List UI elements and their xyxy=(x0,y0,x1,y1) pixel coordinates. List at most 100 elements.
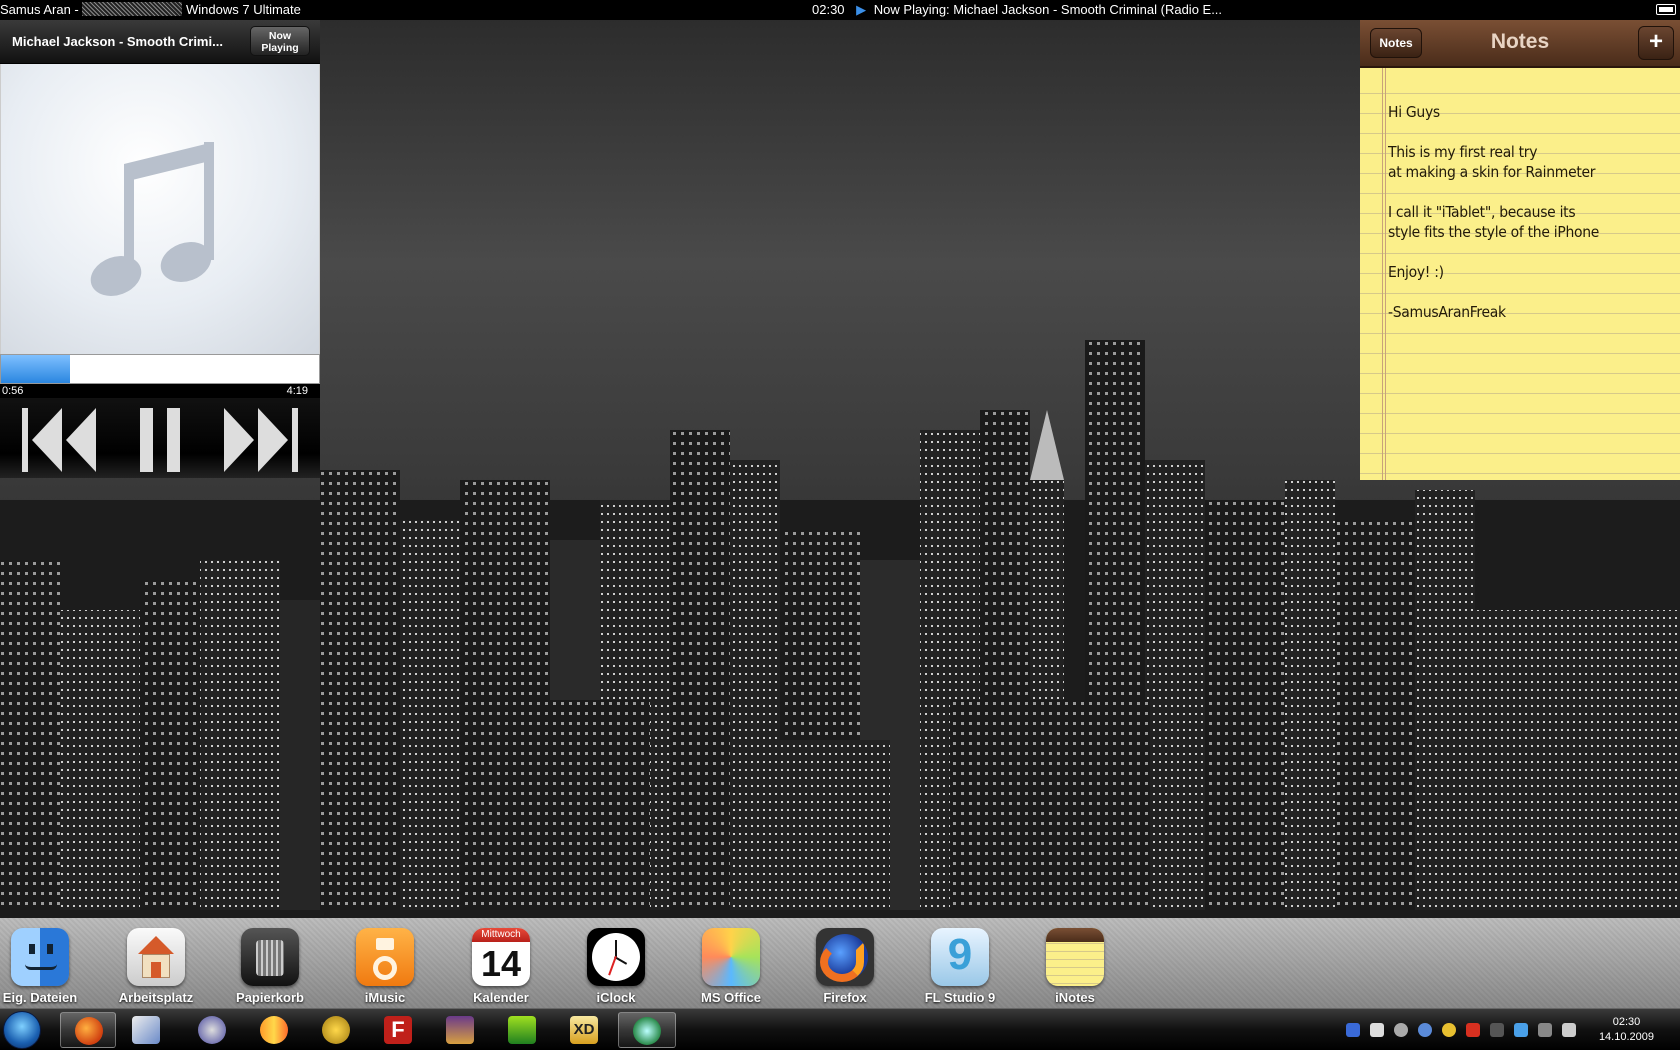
now-playing-text: Now Playing: Michael Jackson - Smooth Cr… xyxy=(873,2,1223,17)
dock-label: iMusic xyxy=(364,990,406,1005)
ipod-icon xyxy=(356,928,414,986)
network-meter-icon[interactable] xyxy=(1514,1023,1528,1037)
tray-app-icon[interactable] xyxy=(1394,1023,1408,1037)
time-display: 0:56 4:19 xyxy=(0,384,320,398)
calendar-icon: Mittwoch 14 xyxy=(472,928,530,986)
dock-label: Eig. Dateien xyxy=(2,990,78,1005)
dock-item-firefox[interactable]: Firefox xyxy=(787,928,903,1005)
fl-studio-icon: 9 xyxy=(931,928,989,986)
notes-header: Notes Notes + xyxy=(1360,20,1680,68)
dock-item-iclock[interactable]: iClock xyxy=(558,928,674,1005)
user-info: Samus Aran - Windows 7 Ultimate xyxy=(0,2,301,17)
tray-app-icon[interactable] xyxy=(1466,1023,1480,1037)
dock-item-fl-studio[interactable]: 9 FL Studio 9 xyxy=(902,928,1018,1005)
calendar-day: Mittwoch xyxy=(472,928,530,942)
playback-controls xyxy=(0,398,320,478)
dock-label: Papierkorb xyxy=(236,990,304,1005)
fl-studio-icon xyxy=(322,1016,350,1044)
chart-app-icon xyxy=(508,1016,536,1044)
finder-icon xyxy=(11,928,69,986)
now-playing-ticker: 02:30 ▶ Now Playing: Michael Jackson - S… xyxy=(812,2,1222,18)
redacted-scribble xyxy=(82,2,183,16)
firefox-icon xyxy=(816,928,874,986)
tray-app-icon[interactable] xyxy=(1418,1023,1432,1037)
os-name: Windows 7 Ultimate xyxy=(186,2,301,17)
tray-app-icon[interactable] xyxy=(1442,1023,1456,1037)
taskbar-filezilla[interactable]: F xyxy=(370,1012,426,1048)
clock-date: 14.10.2009 xyxy=(1598,1031,1654,1043)
filezilla-icon: F xyxy=(384,1016,412,1044)
system-tray: 02:30 14.10.2009 xyxy=(1260,1009,1680,1050)
taskbar-app-7[interactable] xyxy=(432,1012,488,1048)
notes-back-button[interactable]: Notes xyxy=(1370,28,1422,58)
dock-label: iNotes xyxy=(1055,990,1095,1005)
taskbar-app-5[interactable] xyxy=(308,1012,364,1048)
dock-item-kalender[interactable]: Mittwoch 14 Kalender xyxy=(443,928,559,1005)
dock-item-imusic[interactable]: iMusic xyxy=(327,928,443,1005)
battery-icon xyxy=(1656,4,1676,15)
rainmeter-icon xyxy=(633,1017,661,1045)
track-title: Michael Jackson - Smooth Crimi... xyxy=(12,34,223,49)
now-playing-button[interactable]: Now Playing xyxy=(250,26,310,56)
xd-icon: XD xyxy=(570,1016,598,1044)
pause-icon[interactable] xyxy=(136,406,186,474)
dock: Eig. Dateien Arbeitsplatz Papierkorb iMu… xyxy=(0,918,1680,1008)
start-button[interactable] xyxy=(3,1011,41,1049)
now-playing-button-label: Now Playing xyxy=(261,30,299,54)
music-header: Michael Jackson - Smooth Crimi... Now Pl… xyxy=(0,20,320,64)
dock-item-eig-dateien[interactable]: Eig. Dateien xyxy=(0,928,98,1005)
album-art xyxy=(0,64,320,356)
progress-bar[interactable] xyxy=(0,354,320,384)
document-icon xyxy=(132,1016,160,1044)
top-status-bar: Samus Aran - Windows 7 Ultimate 02:30 ▶ … xyxy=(0,0,1680,20)
current-time: 0:56 xyxy=(2,385,24,397)
taskbar-app-4[interactable] xyxy=(246,1012,302,1048)
game-icon xyxy=(446,1016,474,1044)
volume-icon[interactable] xyxy=(1562,1023,1576,1037)
total-time: 4:19 xyxy=(286,385,308,397)
taskbar-app-2[interactable] xyxy=(118,1012,174,1048)
home-icon xyxy=(127,928,185,986)
infinity-icon xyxy=(260,1016,288,1044)
notes-paper[interactable]: Hi Guys This is my first real try at mak… xyxy=(1360,68,1680,480)
tray-app-icon[interactable] xyxy=(1490,1023,1504,1037)
add-note-button[interactable]: + xyxy=(1638,26,1674,60)
taskbar-app-8[interactable] xyxy=(494,1012,550,1048)
dock-item-papierkorb[interactable]: Papierkorb xyxy=(212,928,328,1005)
trash-icon xyxy=(241,928,299,986)
dock-label: MS Office xyxy=(701,990,761,1005)
bluetooth-icon[interactable] xyxy=(1346,1023,1360,1037)
dock-label: Kalender xyxy=(473,990,529,1005)
previous-track-icon[interactable] xyxy=(22,406,96,474)
dock-item-inotes[interactable]: iNotes xyxy=(1017,928,1133,1005)
user-name: Samus Aran - xyxy=(0,2,79,17)
dock-label: Arbeitsplatz xyxy=(118,990,194,1005)
firefox-icon xyxy=(75,1017,103,1045)
taskbar-xd[interactable]: XD xyxy=(556,1012,612,1048)
windows-taskbar: F XD 02:30 14.10.2009 xyxy=(0,1008,1680,1050)
clock-time: 02:30 xyxy=(1612,1016,1641,1028)
note-content[interactable]: Hi Guys This is my first real try at mak… xyxy=(1388,102,1668,322)
unreal-icon xyxy=(198,1016,226,1044)
calendar-date: 14 xyxy=(480,943,522,984)
progress-fill xyxy=(1,355,70,383)
dock-label: iClock xyxy=(596,990,636,1005)
taskbar-rainmeter[interactable] xyxy=(618,1012,676,1048)
play-indicator-icon: ▶ xyxy=(856,2,867,17)
taskbar-clock[interactable]: 02:30 14.10.2009 xyxy=(1599,1015,1654,1045)
paper-margin-line xyxy=(1382,68,1386,480)
tray-app-icon[interactable] xyxy=(1370,1023,1384,1037)
clock-icon xyxy=(587,928,645,986)
next-track-icon[interactable] xyxy=(224,406,298,474)
music-note-icon xyxy=(90,142,214,296)
action-center-icon[interactable] xyxy=(1538,1023,1552,1037)
dock-label: FL Studio 9 xyxy=(924,990,996,1005)
taskbar-firefox[interactable] xyxy=(60,1012,116,1048)
dock-label: Firefox xyxy=(823,990,867,1005)
photos-icon xyxy=(702,928,760,986)
dock-item-arbeitsplatz[interactable]: Arbeitsplatz xyxy=(98,928,214,1005)
dock-item-ms-office[interactable]: MS Office xyxy=(673,928,789,1005)
notes-icon xyxy=(1046,928,1104,986)
notes-widget: Notes Notes + Hi Guys This is my first r… xyxy=(1360,20,1680,480)
taskbar-app-3[interactable] xyxy=(184,1012,240,1048)
